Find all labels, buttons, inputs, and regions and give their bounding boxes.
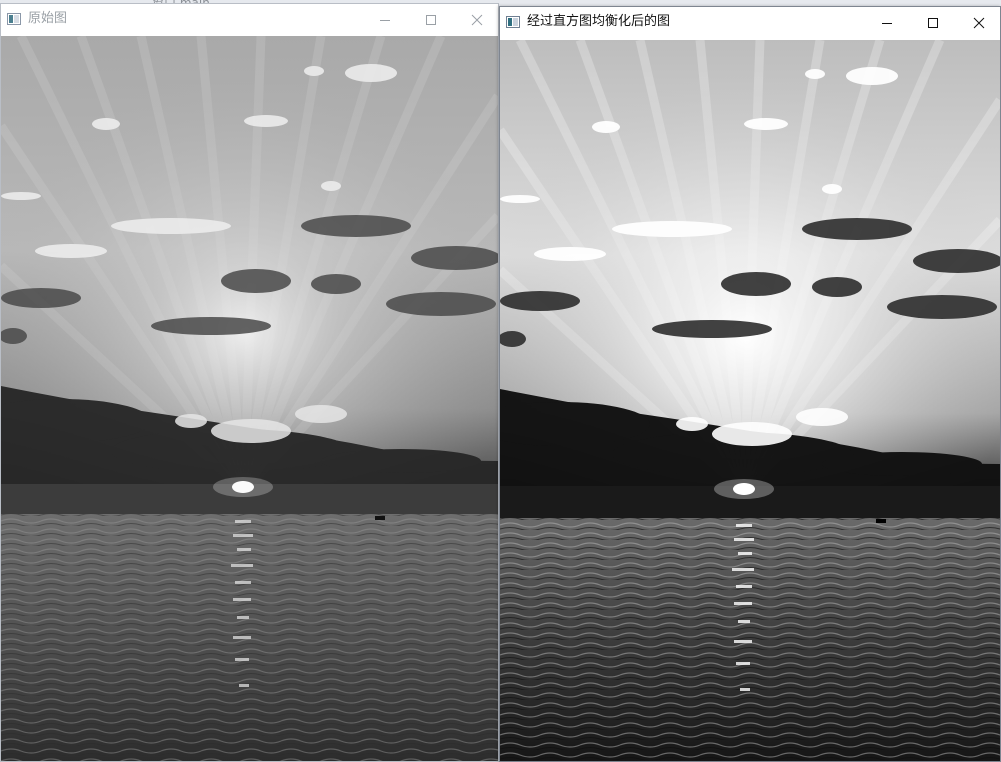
close-icon [471, 14, 483, 25]
close-button[interactable] [454, 4, 498, 35]
title-bar[interactable]: 经过直方图均衡化后的图 [500, 7, 1000, 39]
maximize-button[interactable] [408, 4, 454, 35]
close-icon [973, 17, 985, 29]
window-title: 原始图 [28, 11, 68, 26]
maximize-button[interactable] [910, 7, 956, 39]
app-icon [7, 13, 21, 25]
close-button[interactable] [956, 7, 1000, 39]
image-canvas[interactable] [500, 40, 1000, 761]
maximize-icon [928, 18, 938, 28]
equalized-image-window[interactable]: 经过直方图均衡化后的图 [499, 6, 1001, 762]
minimize-button[interactable] [362, 4, 408, 35]
minimize-button[interactable] [864, 7, 910, 39]
maximize-icon [426, 14, 436, 25]
window-title: 经过直方图均衡化后的图 [527, 14, 671, 29]
image-canvas[interactable] [1, 36, 498, 761]
minimize-icon [882, 23, 892, 24]
title-bar[interactable]: 原始图 [1, 4, 498, 35]
sunset-photo-original [1, 36, 498, 761]
original-image-window[interactable]: 原始图 [0, 3, 499, 762]
sunset-photo-equalized [500, 40, 1000, 761]
app-icon [506, 16, 520, 28]
minimize-icon [380, 19, 390, 21]
